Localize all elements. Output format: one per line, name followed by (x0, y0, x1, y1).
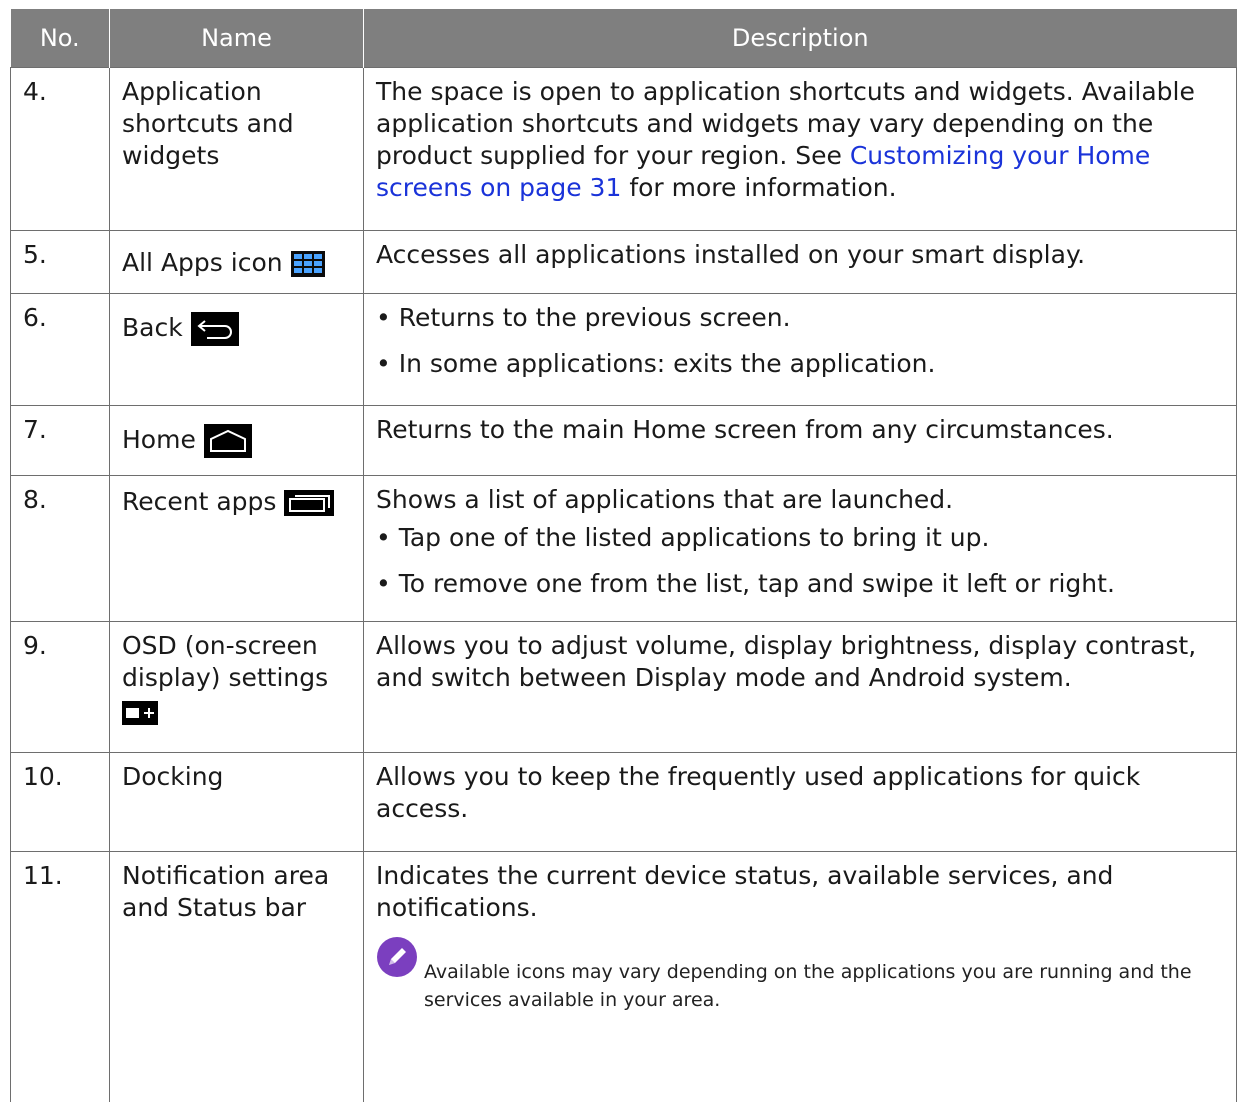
note-box: Available icons may vary depending on th… (376, 936, 1228, 1014)
back-icon (190, 312, 239, 346)
bullet-item: • To remove one from the list, tap and s… (376, 569, 1115, 598)
table-row: 10. Docking Allows you to keep the frequ… (10, 752, 1237, 852)
recent-apps-icon (284, 490, 335, 516)
row-name-cell: Recent apps (109, 475, 364, 622)
row-name: Notification area and Status bar (109, 851, 364, 1102)
row-name: Home (122, 425, 196, 454)
all-apps-icon (290, 251, 325, 277)
row-number: 9. (10, 621, 110, 753)
note-text: Available icons may vary depending on th… (424, 961, 1192, 1011)
row-number: 4. (10, 67, 110, 231)
pencil-note-icon (376, 936, 418, 978)
table-header-row: No. Name Description (10, 9, 1237, 68)
bullet-item: • Tap one of the listed applications to … (376, 523, 990, 552)
table-row: 5. All Apps icon Accesses all applicatio… (10, 230, 1237, 294)
row-name: Back (122, 313, 183, 342)
description-text: Indicates the current device status, ava… (376, 861, 1114, 922)
row-description: Accesses all applications installed on y… (363, 230, 1237, 294)
row-name: Application shortcuts and widgets (109, 67, 364, 231)
row-description: • Returns to the previous screen. • In s… (363, 293, 1237, 406)
table-row: 9. OSD (on-screen display) settings Allo… (10, 621, 1237, 753)
description-text: for more information. (621, 173, 897, 202)
row-number: 8. (10, 475, 110, 622)
row-name: OSD (on-screen display) settings (122, 631, 329, 692)
header-no: No. (10, 9, 110, 68)
row-number: 6. (10, 293, 110, 406)
table-row: 11. Notification area and Status bar Ind… (10, 851, 1237, 1102)
home-icon (203, 424, 252, 458)
row-name-cell: All Apps icon (109, 230, 364, 294)
osd-settings-icon (122, 701, 158, 725)
row-description: Allows you to adjust volume, display bri… (363, 621, 1237, 753)
table-row: 8. Recent apps Shows a list of applicati… (10, 475, 1237, 622)
header-description: Description (363, 9, 1237, 68)
row-number: 5. (10, 230, 110, 294)
row-name: All Apps icon (122, 248, 283, 277)
description-text: Shows a list of applications that are la… (376, 485, 954, 514)
row-name: Recent apps (122, 487, 277, 516)
table-row: 4. Application shortcuts and widgets The… (10, 67, 1237, 231)
row-number: 7. (10, 405, 110, 476)
row-name-cell: OSD (on-screen display) settings (109, 621, 364, 753)
row-description: Allows you to keep the frequently used a… (363, 752, 1237, 852)
table-row: 6. Back • Returns to the previous screen… (10, 293, 1237, 406)
row-description: Returns to the main Home screen from any… (363, 405, 1237, 476)
row-number: 10. (10, 752, 110, 852)
bullet-item: • In some applications: exits the applic… (376, 349, 936, 378)
header-name: Name (109, 9, 364, 68)
row-description: The space is open to application shortcu… (363, 67, 1237, 231)
row-description: Indicates the current device status, ava… (363, 851, 1237, 1102)
table-row: 7. Home Returns to the main Home screen … (10, 405, 1237, 476)
row-number: 11. (10, 851, 110, 1102)
row-name: Docking (109, 752, 364, 852)
row-description: Shows a list of applications that are la… (363, 475, 1237, 622)
row-name-cell: Back (109, 293, 364, 406)
bullet-item: • Returns to the previous screen. (376, 303, 791, 332)
row-name-cell: Home (109, 405, 364, 476)
description-table: No. Name Description 4. Application shor… (10, 9, 1237, 1102)
